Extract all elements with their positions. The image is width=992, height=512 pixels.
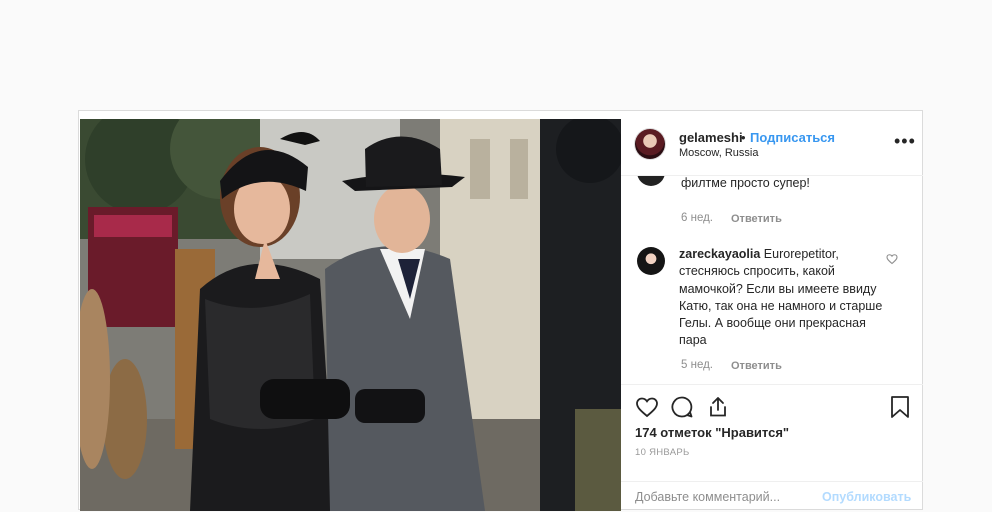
comments-list[interactable]: филтме просто супер! 6 нед. Ответить zar… — [621, 176, 923, 384]
likes-count[interactable]: 174 отметок "Нравится" — [635, 425, 789, 440]
publish-button[interactable]: Опубликовать — [822, 490, 911, 504]
author-avatar[interactable] — [635, 129, 665, 159]
reply-button[interactable]: Ответить — [731, 360, 782, 372]
reply-button[interactable]: Ответить — [731, 213, 782, 225]
comment-username[interactable]: zareckayaolia — [679, 247, 760, 261]
post-header: gelameshi • Подписаться Moscow, Russia •… — [621, 111, 923, 176]
add-comment-bar: Добавьте комментарий... Опубликовать — [621, 481, 923, 512]
comment-icon[interactable] — [670, 395, 694, 424]
comment-time: 6 нед. — [681, 212, 713, 224]
post-side-panel: gelameshi • Подписаться Moscow, Russia •… — [621, 111, 923, 511]
instagram-post: gelameshi • Подписаться Moscow, Russia •… — [78, 110, 923, 511]
more-icon[interactable]: ••• — [894, 131, 916, 152]
comment-avatar[interactable] — [637, 176, 665, 186]
comment-input[interactable]: Добавьте комментарий... — [635, 490, 780, 504]
author-username[interactable]: gelameshi — [679, 130, 743, 145]
share-icon[interactable] — [706, 395, 730, 424]
comment-time: 5 нед. — [681, 359, 713, 371]
comment-text: филтме просто супер! — [681, 176, 810, 190]
heart-small-icon[interactable] — [886, 252, 898, 270]
bookmark-icon[interactable] — [889, 395, 911, 424]
post-date: 10 ЯНВАРЬ — [635, 447, 690, 458]
comment-body: zareckayaolia Eurorepetitor, стесняюсь с… — [679, 246, 889, 350]
post-actions: 174 отметок "Нравится" 10 ЯНВАРЬ — [621, 384, 923, 458]
separator-dot: • — [741, 130, 746, 145]
follow-button[interactable]: Подписаться — [750, 130, 835, 145]
comment-text: Eurorepetitor, стесняюсь спросить, какой… — [679, 247, 883, 348]
post-location[interactable]: Moscow, Russia — [679, 147, 758, 159]
comment-avatar[interactable] — [637, 247, 665, 275]
post-photo[interactable] — [80, 119, 621, 511]
heart-icon[interactable] — [635, 395, 659, 424]
